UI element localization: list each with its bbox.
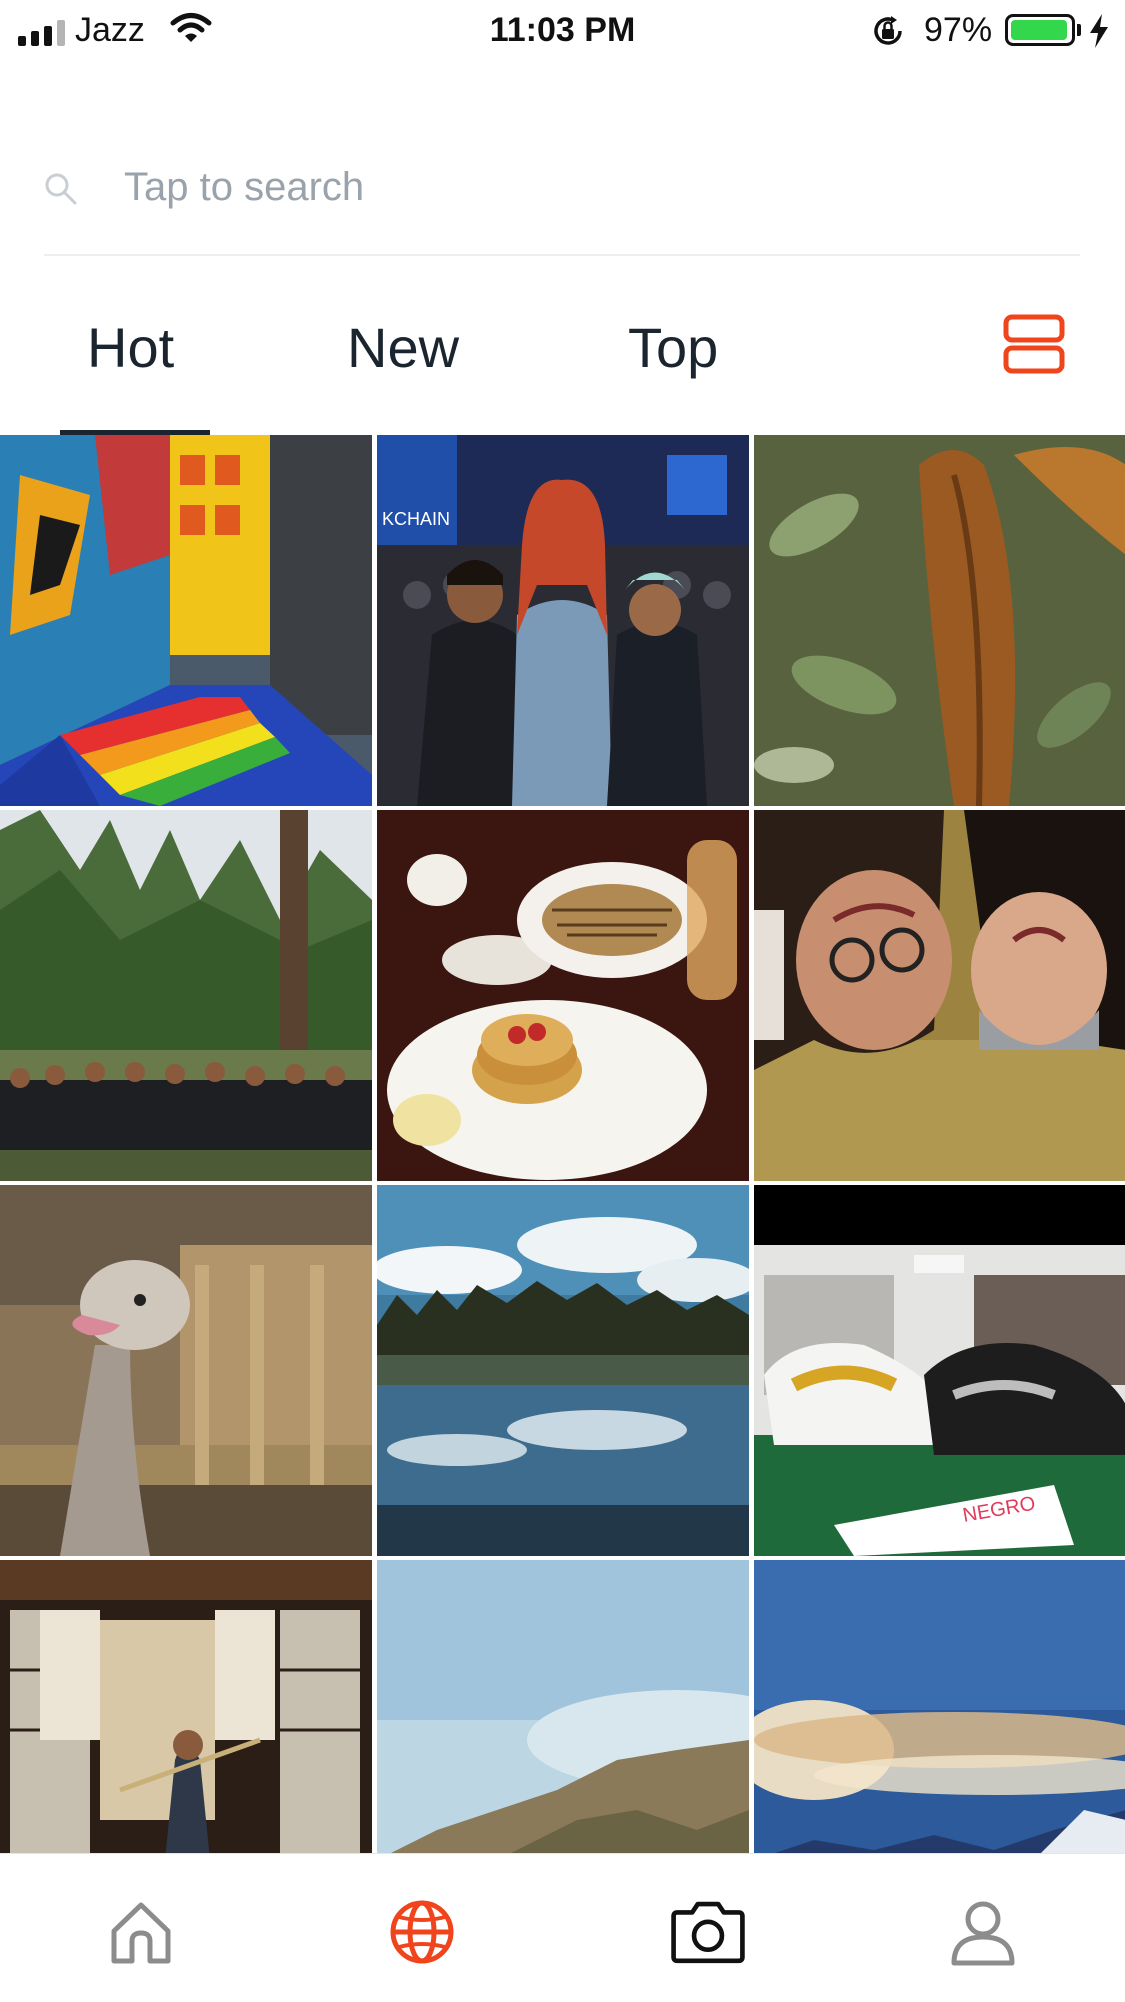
lake-reflection-photo[interactable] [377, 1185, 749, 1556]
rainbow-staircase-mural-photo[interactable] [0, 435, 372, 806]
tab-top[interactable]: Top [628, 315, 718, 380]
pancakes-breakfast-photo[interactable] [377, 810, 749, 1181]
battery-percent: 97% [924, 11, 993, 49]
globe-icon[interactable] [382, 1892, 462, 1972]
svg-text:KCHAIN: KCHAIN [382, 509, 450, 529]
battery-icon [1005, 14, 1075, 46]
foggy-coast-photo[interactable] [377, 1560, 749, 1853]
martial-arts-dojo-photo[interactable] [0, 1560, 372, 1853]
upside-down-selfie-photo[interactable] [754, 810, 1125, 1181]
bottom-nav [0, 1853, 1125, 2002]
tab-hot[interactable]: Hot [87, 315, 174, 380]
ostrich-photo[interactable] [0, 1185, 372, 1556]
search-input[interactable] [124, 162, 1024, 212]
sneakers-store-photo[interactable]: NEGRO [754, 1185, 1125, 1556]
battery-cap [1077, 24, 1081, 36]
profile-icon[interactable] [943, 1892, 1023, 1972]
dry-leaf-closeup-photo[interactable] [754, 435, 1125, 806]
forest-group-photo[interactable] [0, 810, 372, 1181]
search-icon [44, 172, 78, 211]
rotation-lock-icon [870, 13, 906, 54]
charging-bolt-icon [1088, 14, 1110, 53]
search-bar[interactable] [44, 150, 1080, 256]
list-view-icon[interactable] [1003, 313, 1065, 375]
blockchain-conference-group-photo[interactable]: KCHAIN [377, 435, 749, 806]
tab-new[interactable]: New [347, 315, 459, 380]
status-bar: Jazz 11:03 PM 97% [0, 0, 1125, 62]
home-icon[interactable] [101, 1892, 181, 1972]
photo-grid: KCHAIN NEGRO [0, 435, 1125, 1853]
feed-tabs: Hot New Top [0, 305, 1125, 435]
camera-icon[interactable] [668, 1892, 748, 1972]
sunset-clouds-photo[interactable] [754, 1560, 1125, 1853]
